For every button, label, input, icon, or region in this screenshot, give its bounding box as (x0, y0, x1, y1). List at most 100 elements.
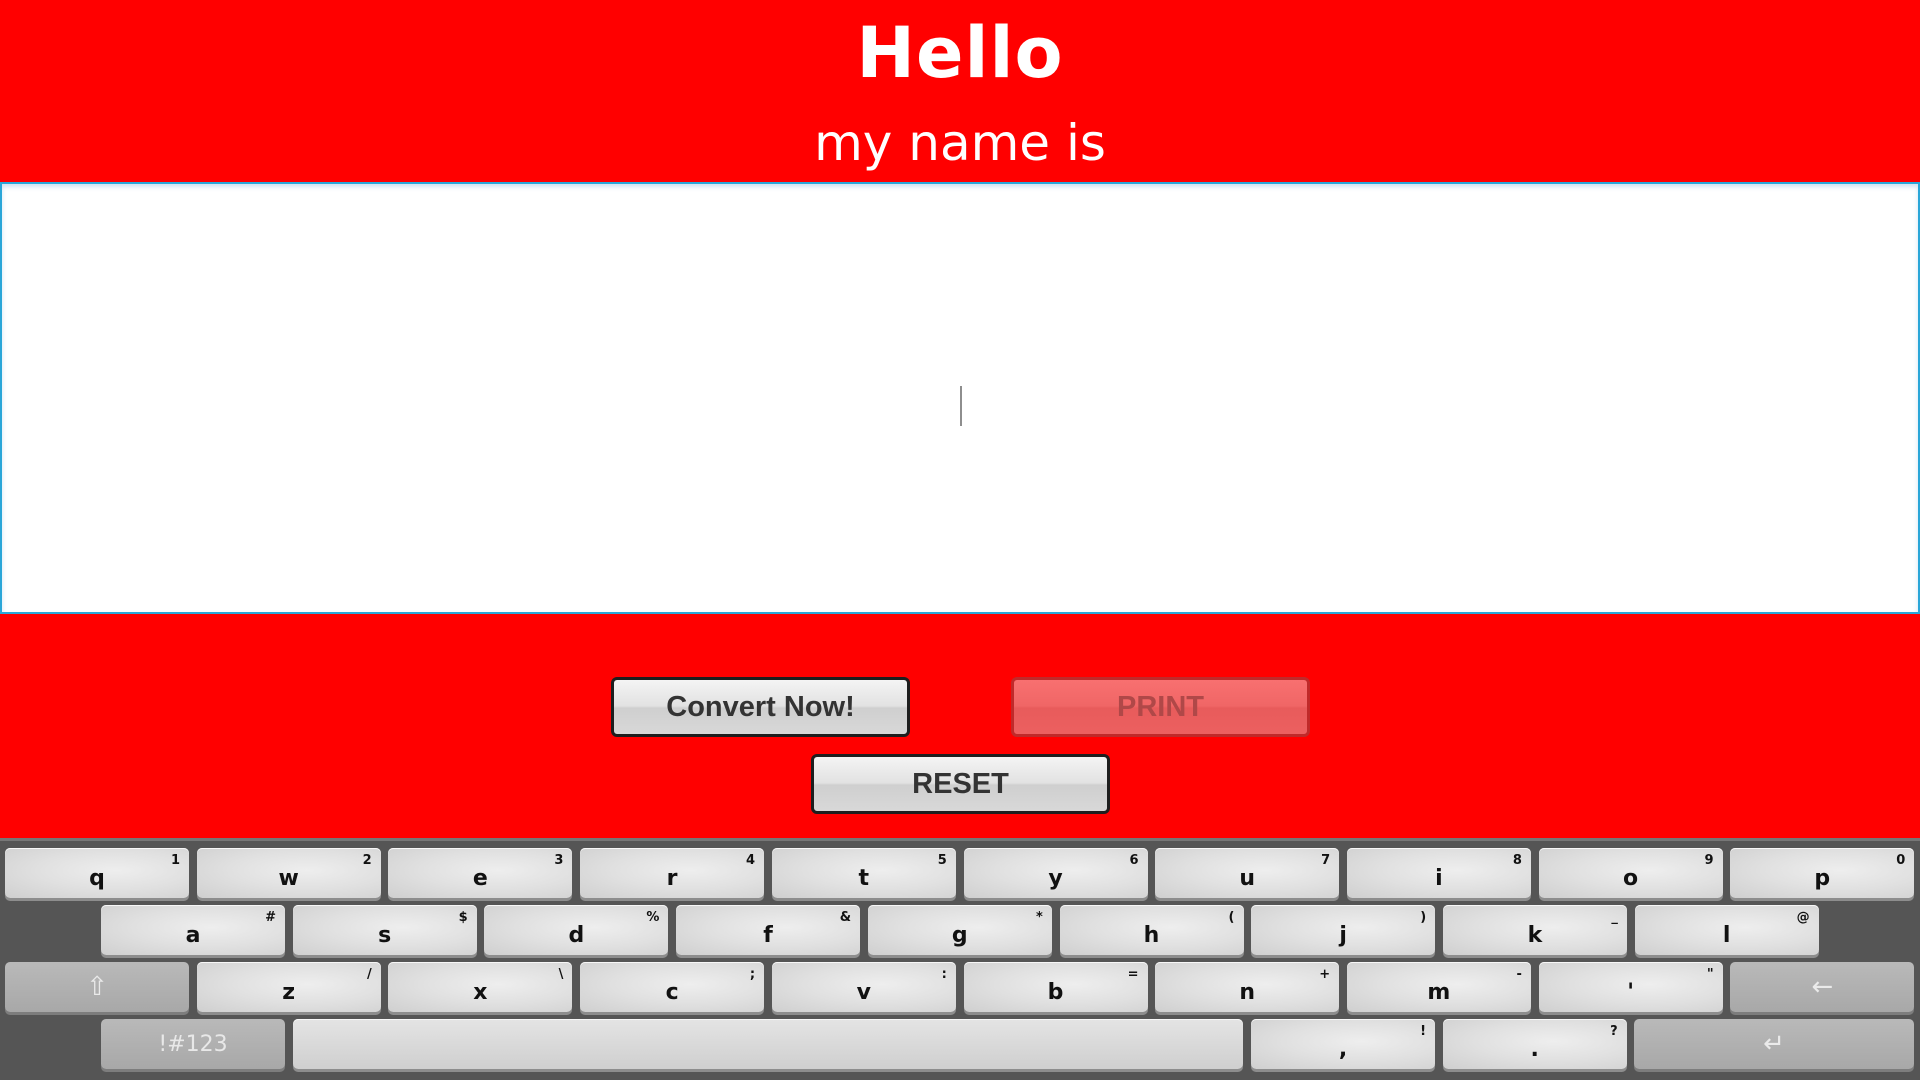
key-label: j (1339, 922, 1347, 948)
print-button[interactable]: PRINT (1011, 677, 1310, 737)
key-label: , (1338, 1036, 1348, 1062)
key-h[interactable]: h( (1059, 905, 1244, 955)
key-n[interactable]: n + (1155, 962, 1340, 1012)
key-label: l (1722, 922, 1731, 948)
key-f[interactable]: f & (676, 905, 861, 955)
key-t[interactable]: t5 (771, 848, 956, 898)
key-s[interactable]: s $ (292, 905, 477, 955)
key-i[interactable]: i8 (1346, 848, 1531, 898)
convert-now-button[interactable]: Convert Now! (611, 677, 910, 737)
key-z[interactable]: z / (196, 962, 381, 1012)
key-a[interactable]: a # (101, 905, 285, 955)
key-label: . (1530, 1036, 1539, 1062)
reset-button[interactable]: RESET (811, 754, 1110, 814)
key-alt-label: " (1706, 967, 1714, 982)
key-label: z (282, 979, 296, 1005)
symbols-key-label: !#123 (158, 1031, 228, 1057)
enter-key[interactable]: ↵ (1634, 1019, 1914, 1069)
key-alt-label: * (1035, 910, 1043, 925)
key-apostrophe[interactable]: ' " (1538, 962, 1723, 1012)
key-alt-label: ! (1420, 1024, 1426, 1039)
key-w[interactable]: w2 (196, 848, 381, 898)
key-label: y (1048, 865, 1063, 891)
key-g[interactable]: g * (867, 905, 1052, 955)
name-input-box[interactable] (0, 182, 1920, 614)
key-c[interactable]: c; (580, 962, 765, 1012)
key-label: ' (1627, 979, 1634, 1005)
key-b[interactable]: b = (963, 962, 1148, 1012)
key-label: g (951, 922, 968, 948)
key-alt-label: ; (749, 967, 756, 982)
key-o[interactable]: o9 (1538, 848, 1723, 898)
key-alt-label: 0 (1896, 853, 1906, 868)
key-alt-label: & (839, 910, 852, 925)
key-v[interactable]: v: (771, 962, 956, 1012)
key-alt-label: + (1319, 967, 1331, 982)
key-m[interactable]: m- (1346, 962, 1531, 1012)
key-alt-label: 5 (937, 853, 947, 868)
key-d[interactable]: d% (484, 905, 669, 955)
key-alt-label: 9 (1704, 853, 1714, 868)
key-label: h (1143, 922, 1160, 948)
key-period[interactable]: .? (1442, 1019, 1627, 1069)
key-comma[interactable]: ,! (1251, 1019, 1435, 1069)
key-label: e (472, 865, 488, 891)
key-label: x (473, 979, 488, 1005)
enter-return-icon: ↵ (1763, 1029, 1785, 1059)
symbols-key[interactable]: !#123 (101, 1019, 285, 1069)
key-label: a (185, 922, 201, 948)
text-caret (960, 386, 962, 426)
key-r[interactable]: r4 (580, 848, 765, 898)
name-subtitle: my name is (814, 114, 1106, 172)
key-u[interactable]: u7 (1155, 848, 1340, 898)
key-alt-label: \ (558, 967, 564, 982)
key-e[interactable]: e3 (388, 848, 573, 898)
key-alt-label: _ (1611, 910, 1618, 925)
space-key[interactable] (293, 1019, 1243, 1069)
key-label: q (89, 865, 105, 891)
key-alt-label: % (646, 910, 660, 925)
key-label: i (1435, 865, 1443, 891)
key-alt-label: 3 (554, 853, 564, 868)
key-alt-label: # (265, 910, 276, 925)
key-alt-label: - (1516, 967, 1522, 982)
key-alt-label: 8 (1512, 853, 1522, 868)
key-label: u (1239, 865, 1256, 891)
key-q[interactable]: q1 (5, 848, 189, 898)
key-alt-label: ( (1228, 910, 1235, 925)
key-label: c (665, 979, 679, 1005)
key-label: w (278, 865, 299, 891)
key-alt-label: = (1127, 967, 1139, 982)
key-k[interactable]: k _ (1442, 905, 1627, 955)
key-alt-label: 6 (1129, 853, 1139, 868)
backspace-key[interactable]: ← (1730, 962, 1915, 1012)
key-alt-label: 2 (362, 853, 372, 868)
key-label: n (1239, 979, 1256, 1005)
key-alt-label: $ (458, 910, 468, 925)
key-label: d (568, 922, 585, 948)
key-label: s (378, 922, 392, 948)
key-label: r (666, 865, 678, 891)
key-label: f (763, 922, 773, 948)
key-x[interactable]: x \ (388, 962, 573, 1012)
shift-arrow-icon: ⇧ (86, 972, 108, 1002)
key-alt-label: 1 (170, 853, 180, 868)
key-label: p (1814, 865, 1831, 891)
key-p[interactable]: p0 (1730, 848, 1915, 898)
key-j[interactable]: j) (1251, 905, 1436, 955)
hello-title: Hello (856, 12, 1064, 94)
key-alt-label: : (941, 967, 947, 982)
key-alt-label: / (366, 967, 372, 982)
on-screen-keyboard: q 1 w 2 e 3 r 4 t 5 y 6 u 7 i 8 o 9 p 0 a # s $ d% f & g * h(j) k _ l @ ⇧ z… (0, 838, 1920, 1080)
key-label: t (858, 865, 870, 891)
key-alt-label: 7 (1321, 853, 1331, 868)
key-l[interactable]: l @ (1634, 905, 1819, 955)
key-alt-label: ? (1610, 1024, 1618, 1039)
backspace-arrow-icon: ← (1811, 972, 1834, 1002)
key-y[interactable]: y6 (963, 848, 1148, 898)
shift-key[interactable]: ⇧ (5, 962, 189, 1012)
key-label: b (1047, 979, 1064, 1005)
key-alt-label: @ (1796, 910, 1810, 925)
key-alt-label: 4 (746, 853, 756, 868)
key-label: m (1427, 979, 1451, 1005)
